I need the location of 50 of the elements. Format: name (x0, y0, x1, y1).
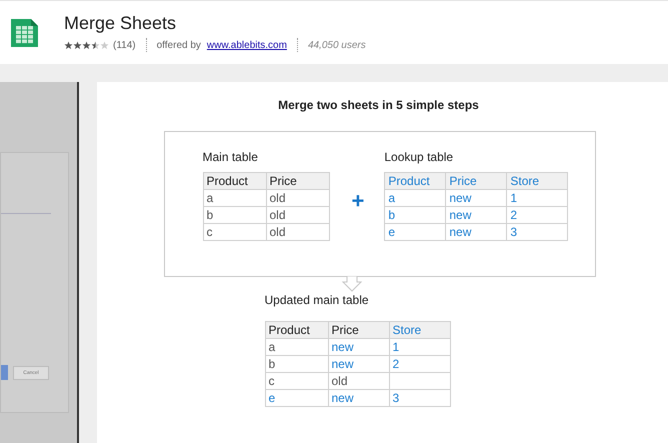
user-count: 44,050 users (308, 40, 366, 50)
table-cell: old (266, 206, 329, 224)
table-cell: Product (203, 172, 266, 190)
table-cell: e (384, 224, 446, 240)
table-cell: b (203, 206, 266, 224)
table-cell: b (384, 206, 446, 224)
table-cell: old (266, 190, 329, 206)
table-cell: new (328, 390, 389, 406)
table-cell: 2 (506, 206, 568, 224)
table-cell: 2 (389, 356, 450, 372)
offered-by-label: offered by (156, 40, 201, 50)
table-cell: Product (265, 322, 328, 338)
table-cell: 1 (506, 190, 568, 206)
star-icon (73, 40, 82, 50)
spreadsheet-logo-icon (8, 16, 40, 48)
table-cell: 3 (506, 224, 568, 240)
table-cell: Store (389, 322, 450, 338)
slide-title: Merge two sheets in 5 simple steps (278, 98, 479, 112)
table-cell: a (203, 190, 266, 206)
table-cell: Price (266, 172, 329, 190)
table-cell: 1 (389, 338, 450, 356)
table-caption: Lookup table (384, 150, 454, 164)
plus-sign: + (352, 188, 364, 214)
extension-title: Merge Sheets (64, 13, 178, 34)
table-cell: c (265, 372, 328, 390)
developer-link[interactable]: www.ablebits.com (206, 40, 287, 50)
table-cell: new (328, 356, 389, 372)
table-cell: Price (446, 172, 507, 190)
table-cell: new (446, 224, 507, 240)
table-cell: Product (384, 172, 446, 190)
table-cell (389, 372, 450, 390)
table-cell: old (328, 372, 389, 390)
table-cell: new (446, 190, 507, 206)
table-cell: b (265, 356, 328, 372)
star-icon (64, 40, 73, 50)
table-cell: e (265, 390, 328, 406)
table-cell: new (328, 338, 389, 356)
table-cell: new (446, 206, 507, 224)
table-caption: Updated main table (264, 293, 370, 307)
star-icon (82, 40, 91, 50)
table-cell: 3 (389, 390, 450, 406)
table-cell: c (203, 224, 266, 240)
table-cell: old (266, 224, 329, 240)
half-star-icon (91, 40, 100, 50)
rating-count: (114) (113, 40, 136, 50)
table-cell: Price (328, 322, 389, 338)
table-caption: Main table (202, 150, 259, 164)
table-cell: Store (506, 172, 568, 190)
table-cell: a (384, 190, 446, 206)
table-cell: a (265, 338, 328, 356)
